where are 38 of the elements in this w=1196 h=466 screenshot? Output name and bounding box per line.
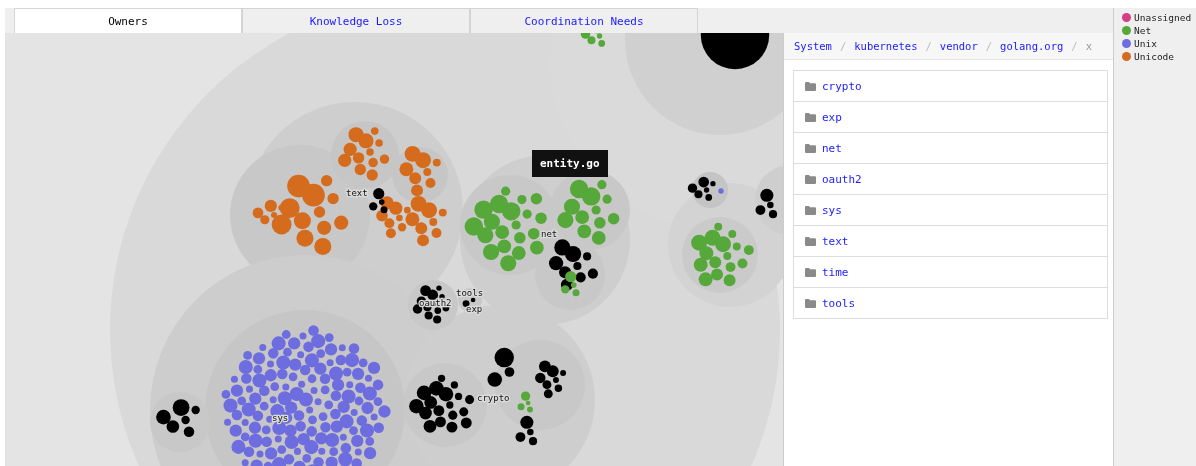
folder-icon [805, 236, 816, 246]
tab[interactable]: Knowledge Loss [242, 8, 470, 33]
circle-label: exp [466, 304, 483, 314]
circle-label: sys [272, 413, 289, 423]
breadcrumb-link[interactable]: kubernetes [854, 40, 918, 52]
folder-row[interactable]: sys [794, 194, 1107, 225]
circle-label: text [346, 188, 368, 198]
breadcrumb-separator: / [985, 40, 993, 52]
circle-label: tools [456, 288, 484, 298]
tooltip: entity.go [532, 150, 608, 177]
folder-row[interactable]: time [794, 256, 1107, 287]
folder-icon [805, 112, 816, 122]
breadcrumb-separator: / [839, 40, 847, 52]
breadcrumb-separator: / [1071, 40, 1078, 52]
folder-icon [805, 205, 816, 215]
legend-label: Unassigned [1134, 12, 1192, 23]
folder-row[interactable]: exp [794, 101, 1107, 132]
folder-row[interactable]: net [794, 132, 1107, 163]
folder-icon [805, 298, 816, 308]
breadcrumb-link[interactable]: System [794, 40, 832, 52]
folder-icon [805, 81, 816, 91]
breadcrumb-link[interactable]: vendor [939, 40, 978, 52]
legend-label: Unicode [1134, 51, 1175, 62]
breadcrumb-link[interactable]: golang.org [1000, 40, 1064, 52]
folder-row[interactable]: tools [794, 287, 1107, 318]
folder-icon [805, 143, 816, 153]
folder-icon [805, 174, 816, 184]
circle-label: crypto [477, 393, 510, 403]
folder-icon [805, 267, 816, 277]
breadcrumb-separator: / [925, 40, 932, 52]
folder-row[interactable]: oauth2 [794, 163, 1107, 194]
folder-row[interactable]: crypto [794, 71, 1107, 101]
tab[interactable]: Coordination Needs [470, 8, 698, 33]
legend-label: Unix [1134, 38, 1157, 49]
circle-label: net [541, 229, 558, 239]
legend-label: Net [1134, 25, 1152, 36]
tab[interactable]: Owners [14, 8, 242, 33]
folder-row[interactable]: text [794, 225, 1107, 256]
